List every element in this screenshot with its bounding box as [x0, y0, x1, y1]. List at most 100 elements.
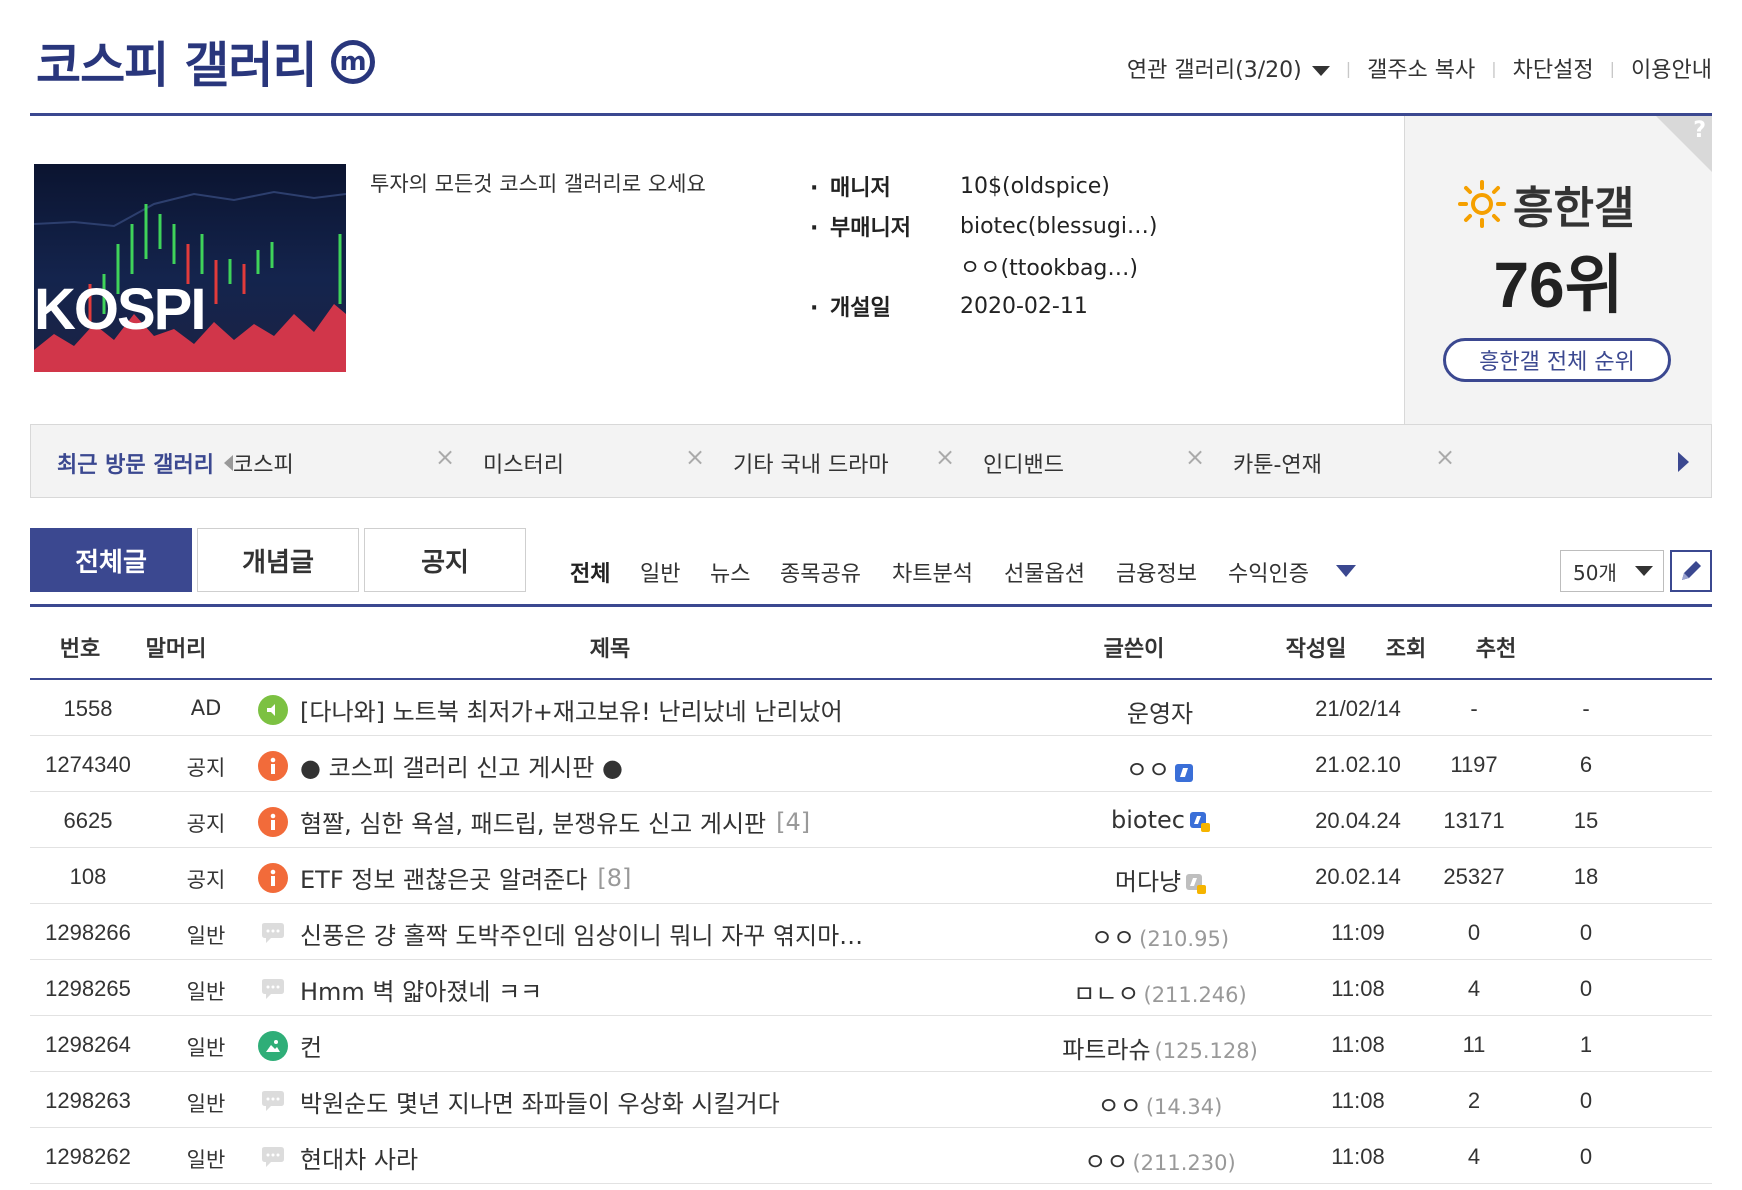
- related-galleries-link[interactable]: 연관 갤러리(3/20): [1127, 52, 1330, 84]
- gallery-meta: · 매니저 10$(oldspice) · 부매니저 biotec(blessugi…: [810, 166, 1158, 326]
- writer-ip: (210.95): [1139, 927, 1230, 951]
- table-row[interactable]: 1298265 일반 Hmm 벽 얇아졌네 ㅋㅋ ㅁㄴㅇ (211.246) 11:08 4…: [30, 960, 1712, 1016]
- more-categories-icon[interactable]: [1336, 565, 1356, 577]
- close-icon[interactable]: ×: [685, 443, 705, 471]
- tab-featured-posts[interactable]: 개념글: [197, 528, 359, 592]
- post-views: 4: [1467, 976, 1481, 1001]
- post-title-cell[interactable]: Hmm 벽 얇아졌네 ㅋㅋ: [258, 972, 542, 1007]
- writer-nick[interactable]: ㅇㅇ: [1084, 1148, 1128, 1176]
- writer-ip: (211.246): [1143, 983, 1247, 1007]
- sub-manager-value[interactable]: ㅇㅇ(ttookbag…): [960, 250, 1138, 282]
- sub-manager-value[interactable]: biotec(blessugi…): [960, 214, 1158, 239]
- post-title-cell[interactable]: 컨: [258, 1028, 322, 1063]
- table-row[interactable]: 1298264 일반 컨 파트라슈 (125.128) 11:08 11 1: [30, 1016, 1712, 1072]
- reply-count[interactable]: [4]: [776, 808, 810, 836]
- writer-nick[interactable]: ㅇㅇ: [1091, 924, 1135, 952]
- post-writer[interactable]: biotec: [1050, 806, 1270, 834]
- rank-list-button[interactable]: 흥한갤 전체 순위: [1443, 338, 1671, 382]
- table-row[interactable]: 1274340 공지 ● 코스피 갤러리 신고 게시판 ● ㅇㅇ 21.02.10 119…: [30, 736, 1712, 792]
- post-title-cell[interactable]: 박원순도 몇년 지나면 좌파들이 우상화 시킬거다: [258, 1084, 780, 1119]
- post-title[interactable]: 컨: [300, 1028, 322, 1063]
- post-title[interactable]: ETF 정보 괜찮은곳 알려준다: [300, 860, 587, 895]
- write-button[interactable]: [1670, 550, 1712, 592]
- opened-row: · 개설일 2020-02-11: [810, 286, 1158, 326]
- category-general[interactable]: 일반: [640, 556, 680, 588]
- recent-item[interactable]: 미스터리: [483, 447, 564, 479]
- sub-manager-row: ㅇㅇ(ttookbag…): [810, 246, 1158, 286]
- reply-count[interactable]: [8]: [597, 864, 631, 892]
- writer-nick[interactable]: 파트라슈: [1062, 1036, 1150, 1064]
- table-row[interactable]: 1298262 일반 현대차 사라 ㅇㅇ (211.230) 11:08 4 0: [30, 1128, 1712, 1184]
- post-title-cell[interactable]: ETF 정보 괜찮은곳 알려준다 [8]: [258, 860, 631, 895]
- chevron-right-icon[interactable]: [1678, 452, 1689, 472]
- post-writer[interactable]: ㅇㅇ (14.34): [1050, 1086, 1270, 1121]
- close-icon[interactable]: ×: [435, 443, 455, 471]
- close-icon[interactable]: ×: [1435, 443, 1455, 471]
- per-page-select[interactable]: 50개: [1560, 550, 1664, 592]
- writer-nick[interactable]: biotec: [1111, 806, 1185, 834]
- recent-item[interactable]: 기타 국내 드라마: [733, 447, 889, 479]
- post-writer[interactable]: 운영자: [1050, 694, 1270, 729]
- post-title[interactable]: 혐짤, 심한 욕설, 패드립, 분쟁유도 신고 게시판: [300, 804, 766, 839]
- close-icon[interactable]: ×: [1185, 443, 1205, 471]
- post-date: 11:09: [1331, 920, 1385, 945]
- post-title[interactable]: Hmm 벽 얇아졌네 ㅋㅋ: [300, 972, 542, 1007]
- post-title-cell[interactable]: [다나와] 노트북 최저가+재고보유! 난리났네 난리났어: [258, 692, 843, 727]
- table-row[interactable]: 1298266 일반 신풍은 걍 홀짝 도박주인데 임상이니 뭐니 자꾸 엮지마… ㅇ…: [30, 904, 1712, 960]
- post-writer[interactable]: 머다냥: [1050, 862, 1270, 897]
- category-all[interactable]: 전체: [570, 556, 610, 588]
- gallery-title[interactable]: 코스피 갤러리: [36, 26, 318, 97]
- chevron-left-icon[interactable]: [224, 455, 233, 471]
- table-row[interactable]: 1298263 일반 박원순도 몇년 지나면 좌파들이 우상화 시킬거다 ㅇㅇ (14.…: [30, 1072, 1712, 1128]
- post-title-cell[interactable]: 신풍은 걍 홀짝 도박주인데 임상이니 뭐니 자꾸 엮지마…: [258, 916, 863, 951]
- post-number: 108: [69, 864, 107, 889]
- close-icon[interactable]: ×: [935, 443, 955, 471]
- post-title-cell[interactable]: 혐짤, 심한 욕설, 패드립, 분쟁유도 신고 게시판 [4]: [258, 804, 810, 839]
- gallery-title-wrap[interactable]: 코스피 갤러리 m: [36, 26, 375, 97]
- post-title[interactable]: ● 코스피 갤러리 신고 게시판 ●: [300, 748, 623, 783]
- recent-item[interactable]: 인디밴드: [983, 447, 1064, 479]
- post-title[interactable]: 박원순도 몇년 지나면 좌파들이 우상화 시킬거다: [300, 1084, 780, 1119]
- recent-item[interactable]: 코스피: [233, 447, 294, 479]
- col-num: 번호: [59, 637, 101, 662]
- category-news[interactable]: 뉴스: [710, 556, 750, 588]
- writer-nick[interactable]: 머다냥: [1115, 868, 1181, 896]
- tab-notices[interactable]: 공지: [364, 528, 526, 592]
- post-title[interactable]: [다나와] 노트북 최저가+재고보유! 난리났네 난리났어: [300, 692, 843, 727]
- category-stock-share[interactable]: 종목공유: [780, 556, 861, 588]
- post-writer[interactable]: 파트라슈 (125.128): [1050, 1030, 1270, 1065]
- manager-value[interactable]: 10$(oldspice): [960, 174, 1110, 199]
- chevron-down-icon: [1635, 566, 1653, 576]
- writer-nick[interactable]: ㅇㅇ: [1098, 1092, 1142, 1120]
- post-writer[interactable]: ㅇㅇ: [1050, 750, 1270, 785]
- writer-nick[interactable]: ㅇㅇ: [1126, 756, 1170, 784]
- info-icon: [258, 806, 288, 837]
- col-date: 작성일: [1285, 637, 1347, 662]
- table-row[interactable]: 1558 AD [다나와] 노트북 최저가+재고보유! 난리났네 난리났어 운영자 21…: [30, 680, 1712, 736]
- block-settings-link[interactable]: 차단설정: [1513, 52, 1594, 84]
- table-row[interactable]: 6625 공지 혐짤, 심한 욕설, 패드립, 분쟁유도 신고 게시판 [4] biot…: [30, 792, 1712, 848]
- post-writer[interactable]: ㅁㄴㅇ (211.246): [1050, 974, 1270, 1009]
- copy-address-link[interactable]: 갤주소 복사: [1367, 52, 1475, 84]
- table-row[interactable]: 108 공지 ETF 정보 괜찮은곳 알려준다 [8] 머다냥 20.02.14 25327…: [30, 848, 1712, 904]
- category-finance-info[interactable]: 금융정보: [1116, 556, 1197, 588]
- post-title-cell[interactable]: 현대차 사라: [258, 1140, 418, 1175]
- post-recommend: 0: [1579, 920, 1593, 945]
- mobile-gallery-icon[interactable]: m: [330, 39, 375, 84]
- category-futures-options[interactable]: 선물옵션: [1004, 556, 1085, 588]
- recent-item[interactable]: 카툰-연재: [1233, 447, 1322, 479]
- category-chart-analysis[interactable]: 차트분석: [892, 556, 973, 588]
- category-profit-proof[interactable]: 수익인증: [1228, 556, 1309, 588]
- post-title[interactable]: 신풍은 걍 홀짝 도박주인데 임상이니 뭐니 자꾸 엮지마…: [300, 916, 863, 951]
- tab-all-posts[interactable]: 전체글: [30, 528, 192, 592]
- writer-nick[interactable]: ㅁㄴㅇ: [1073, 980, 1139, 1008]
- post-number: 1298264: [45, 1032, 131, 1057]
- help-icon[interactable]: ?: [1693, 118, 1706, 143]
- post-writer[interactable]: ㅇㅇ (210.95): [1050, 918, 1270, 953]
- post-writer[interactable]: ㅇㅇ (211.230): [1050, 1142, 1270, 1177]
- guide-link[interactable]: 이용안내: [1631, 52, 1712, 84]
- post-title[interactable]: 현대차 사라: [300, 1140, 418, 1175]
- writer-nick[interactable]: 운영자: [1127, 700, 1193, 728]
- post-views: 0: [1467, 920, 1481, 945]
- post-title-cell[interactable]: ● 코스피 갤러리 신고 게시판 ●: [258, 748, 623, 783]
